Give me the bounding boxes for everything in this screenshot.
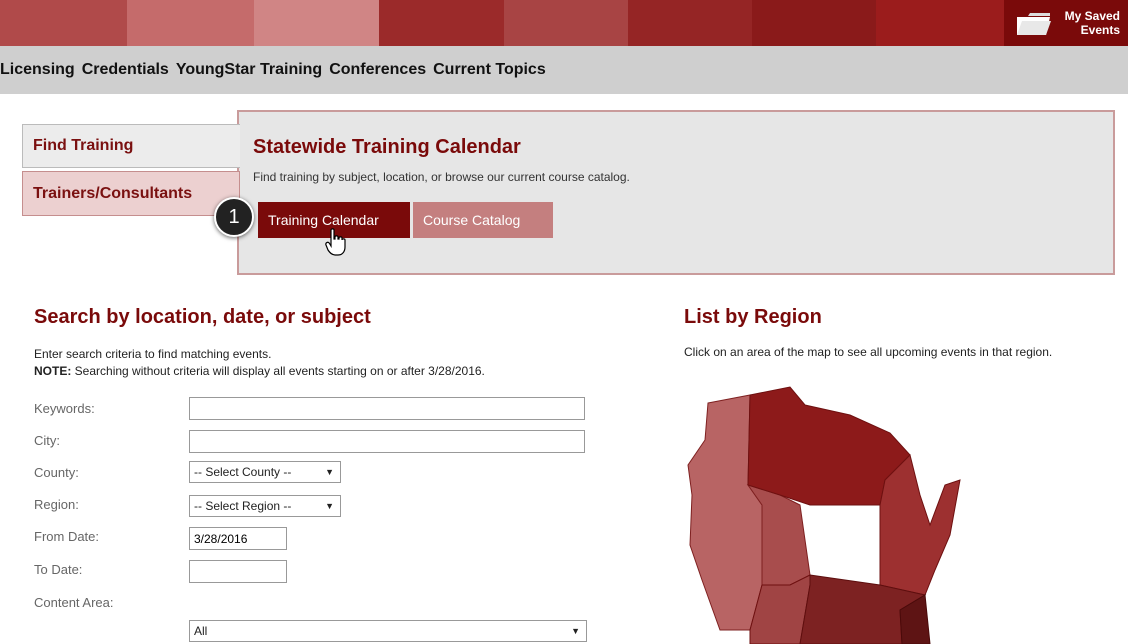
from-date-label: From Date: — [34, 529, 100, 544]
my-saved-events-button[interactable]: My Saved Events — [1004, 0, 1128, 46]
search-section-title: Search by location, date, or subject — [34, 306, 371, 328]
band-segment — [127, 0, 254, 46]
band-segment — [876, 0, 1004, 46]
tab-trainers-consultants[interactable]: Trainers/Consultants — [22, 171, 240, 216]
county-select[interactable]: -- Select County -- ▼ — [189, 461, 341, 483]
nav-current-topics[interactable]: Current Topics — [433, 61, 546, 79]
from-date-input[interactable] — [189, 527, 287, 550]
wisconsin-region-map — [687, 386, 961, 644]
dropdown-arrow-icon: ▼ — [571, 626, 580, 636]
nav-conferences[interactable]: Conferences — [329, 61, 426, 79]
band-segment — [254, 0, 379, 46]
nav-youngstar-training[interactable]: YoungStar Training — [176, 61, 322, 79]
panel-subtitle: Find training by subject, location, or b… — [253, 170, 630, 184]
search-intro-text: Enter search criteria to find matching e… — [34, 347, 272, 361]
keywords-label: Keywords: — [34, 401, 95, 416]
main-nav: Licensing Credentials YoungStar Training… — [0, 46, 1128, 94]
region-label: Region: — [34, 497, 79, 512]
to-date-label: To Date: — [34, 562, 83, 577]
content-area-select[interactable]: All ▼ — [189, 620, 587, 642]
training-calendar-panel: Statewide Training Calendar Find trainin… — [237, 110, 1115, 275]
dropdown-arrow-icon: ▼ — [325, 501, 334, 511]
region-section-title: List by Region — [684, 306, 822, 328]
folder-icon — [1017, 13, 1051, 35]
search-note-text: NOTE: Searching without criteria will di… — [34, 364, 485, 378]
region-instructions: Click on an area of the map to see all u… — [684, 345, 1053, 359]
city-label: City: — [34, 433, 60, 448]
panel-title: Statewide Training Calendar — [253, 136, 521, 158]
band-segment — [628, 0, 752, 46]
county-label: County: — [34, 465, 79, 480]
header-color-band — [0, 0, 1128, 46]
nav-credentials[interactable]: Credentials — [82, 61, 169, 79]
content-area-label: Content Area: — [34, 595, 114, 610]
tab-find-training[interactable]: Find Training — [22, 124, 240, 168]
band-segment — [379, 0, 504, 46]
region-select[interactable]: -- Select Region -- ▼ — [189, 495, 341, 517]
to-date-input[interactable] — [189, 560, 287, 583]
keywords-input[interactable] — [189, 397, 585, 420]
band-segment — [0, 0, 127, 46]
band-segment — [752, 0, 876, 46]
map-region-northeast[interactable] — [879, 454, 961, 596]
city-input[interactable] — [189, 430, 585, 453]
band-segment — [504, 0, 628, 46]
course-catalog-button[interactable]: Course Catalog — [413, 202, 553, 238]
hand-cursor-icon — [325, 228, 346, 256]
saved-events-label: My Saved Events — [1064, 9, 1120, 37]
nav-licensing[interactable]: Licensing — [0, 61, 75, 79]
dropdown-arrow-icon: ▼ — [325, 467, 334, 477]
step-number-badge: 1 — [214, 197, 254, 237]
